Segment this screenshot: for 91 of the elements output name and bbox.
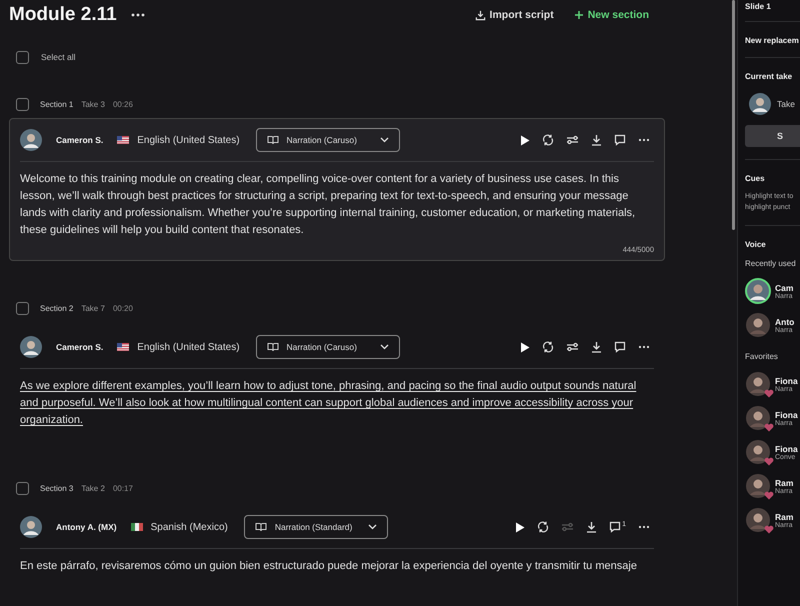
- play-icon[interactable]: [515, 522, 526, 532]
- download-icon[interactable]: [591, 341, 602, 353]
- regenerate-icon[interactable]: [542, 341, 554, 353]
- plus-icon: [574, 10, 584, 20]
- regenerate-icon[interactable]: [537, 521, 550, 533]
- comment-icon[interactable]: [609, 521, 622, 533]
- new-section-button[interactable]: New section: [574, 9, 649, 21]
- voice-name: Fiona: [775, 410, 798, 420]
- take-button[interactable]: S: [745, 125, 800, 147]
- heart-icon: [764, 389, 774, 398]
- voice-avatar-icon[interactable]: [745, 312, 771, 338]
- voice-avatar-icon[interactable]: [745, 507, 771, 533]
- more-icon[interactable]: [638, 138, 650, 142]
- voice-name: Anto: [775, 316, 794, 326]
- heart-icon: [764, 491, 774, 500]
- avatar-icon: [20, 129, 42, 151]
- chevron-icon: [380, 344, 389, 350]
- import-icon: [474, 10, 486, 20]
- regenerate-icon[interactable]: [542, 134, 554, 146]
- voice-name: Ram: [775, 478, 794, 488]
- chevron-icon: [380, 137, 389, 143]
- voice-name: Fiona: [775, 376, 798, 386]
- flag-icon: [117, 136, 130, 144]
- flag-icon: [130, 523, 143, 531]
- duration-label: 00:17: [112, 484, 133, 492]
- book-icon: [254, 522, 267, 532]
- slide-title: Slide 1: [745, 2, 772, 11]
- voice-name: Fiona: [775, 444, 798, 454]
- adjust-icon[interactable]: [566, 135, 579, 145]
- section-text[interactable]: En este párrafo, revisaremos cómo un guion bien estructurado puede mejorar la experiencia del oyente y transmitir tu mensaje: [20, 558, 654, 575]
- comment-icon[interactable]: [614, 134, 626, 146]
- voice-style-dropdown[interactable]: Narration (Caruso): [256, 128, 400, 152]
- speaker-name: Cameron S.: [56, 342, 104, 352]
- language-label: Spanish (Mexico): [150, 522, 228, 532]
- play-icon[interactable]: [520, 134, 530, 146]
- group-label: Recently used: [745, 259, 797, 268]
- duration-label: 00:26: [112, 100, 133, 108]
- voice-avatar-icon[interactable]: [745, 439, 771, 465]
- section-name: Section 2: [40, 304, 74, 312]
- section-checkbox[interactable]: [16, 482, 29, 494]
- heart-icon: [764, 525, 774, 534]
- voice-avatar-icon[interactable]: [745, 473, 771, 499]
- language-label: English (United States): [137, 342, 240, 352]
- more-icon[interactable]: [130, 13, 145, 17]
- cues-heading: Cues: [745, 174, 766, 183]
- take-label: Take 3: [81, 100, 105, 108]
- book-icon: [266, 342, 279, 352]
- section-text[interactable]: As we explore different examples, you’ll learn how to adjust tone, phrasing, and pacing so the final audio output sounds natural and purposeful. We’ll also look at how multilingual content can support global audiences and improve accessibility across your organization.: [20, 378, 654, 429]
- play-icon[interactable]: [520, 342, 530, 352]
- book-icon: [266, 135, 279, 145]
- section-name: Section 1: [40, 100, 74, 108]
- voice-name: Ram: [775, 512, 794, 522]
- section-name: Section 3: [40, 484, 74, 492]
- select-all-label: Select all: [41, 52, 76, 62]
- take-label: Take 2: [81, 484, 105, 492]
- voice-avatar-icon[interactable]: [745, 405, 771, 431]
- take-label: Take 7: [81, 304, 105, 312]
- speaker-name: Cameron S.: [56, 135, 104, 145]
- voice-name: Cam: [775, 282, 794, 292]
- avatar-icon: [749, 93, 771, 115]
- section-checkbox[interactable]: [16, 98, 29, 110]
- language-label: English (United States): [137, 134, 240, 146]
- download-icon[interactable]: [586, 521, 598, 533]
- voice-style-dropdown[interactable]: Narration (Standard): [244, 515, 388, 539]
- heart-icon: [764, 457, 774, 466]
- scrollbar[interactable]: [732, 0, 735, 230]
- take-label: Take: [777, 99, 795, 109]
- current-take-heading: Current take: [745, 72, 794, 81]
- import-script-button[interactable]: Import script: [474, 9, 554, 21]
- select-all-checkbox[interactable]: [16, 50, 29, 64]
- more-icon[interactable]: [638, 525, 650, 529]
- voice-heading: Voice: [745, 240, 767, 249]
- avatar-icon: [20, 336, 42, 358]
- voice-avatar-icon[interactable]: [745, 278, 771, 304]
- adjust-icon[interactable]: [566, 342, 579, 352]
- voice-style-dropdown[interactable]: Narration (Caruso): [256, 335, 400, 359]
- chevron-icon: [368, 524, 377, 530]
- heart-icon: [764, 423, 774, 432]
- more-icon[interactable]: [638, 345, 650, 349]
- section-checkbox[interactable]: [16, 302, 29, 314]
- flag-icon: [117, 343, 130, 351]
- voice-avatar-icon[interactable]: [745, 371, 771, 397]
- duration-label: 00:20: [112, 304, 133, 312]
- avatar-icon: [20, 516, 42, 538]
- replacement-heading: New replacem: [745, 36, 800, 45]
- download-icon[interactable]: [591, 134, 602, 146]
- speaker-name: Antony A. (MX): [56, 522, 117, 532]
- page-title: Module 2.11: [9, 4, 117, 26]
- comment-icon[interactable]: [614, 341, 626, 353]
- group-label: Favorites: [745, 352, 779, 361]
- section-text[interactable]: Welcome to this training module on creating clear, compelling voice-over content for a variety of business use cases. In this lesson, we’ll walk through best practices for structuring a script, preparing text for text-to-speech, and ensuring your message lands with clarity and professionalism. Whether you’re supporting internal training, customer education, or marketing materials, these guidelines will help you build content that resonates.: [20, 171, 654, 239]
